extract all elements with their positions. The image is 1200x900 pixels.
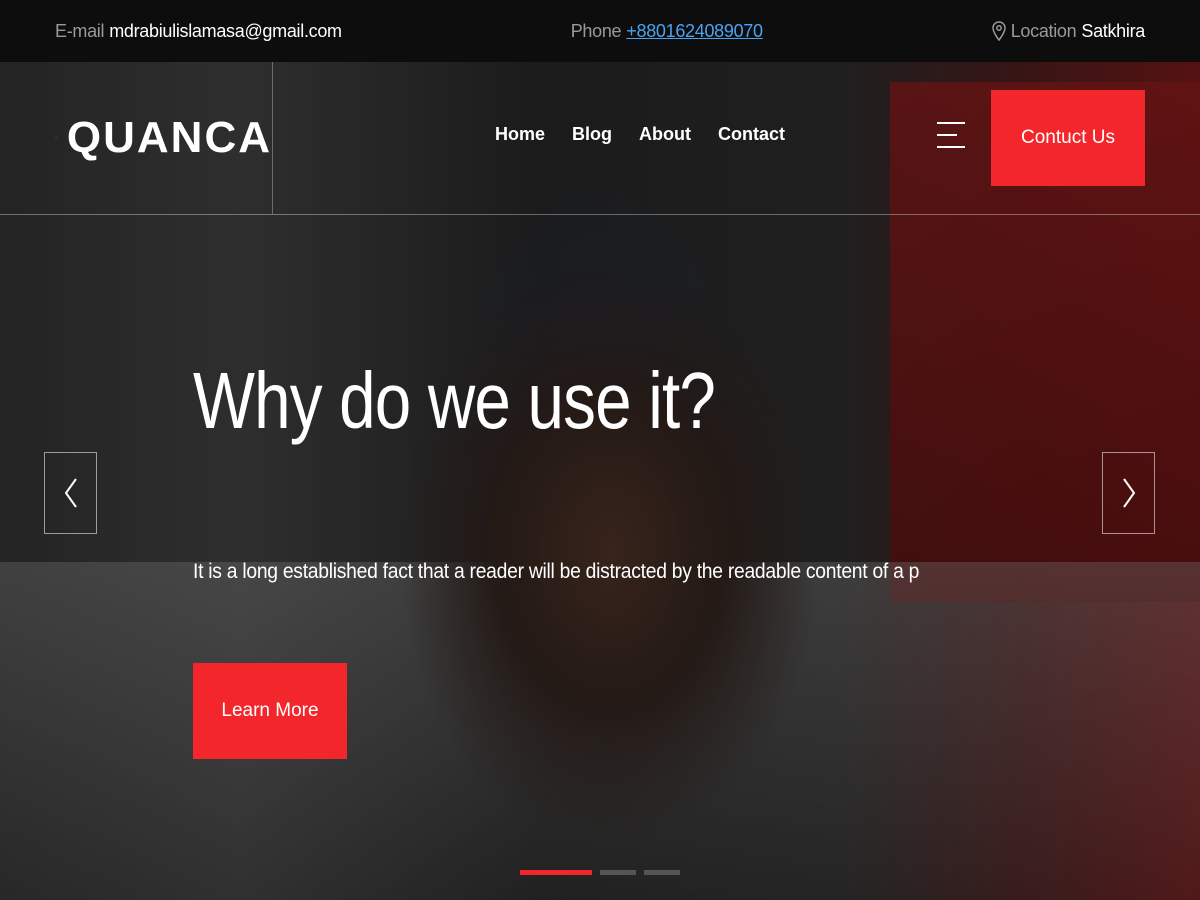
main-navbar: QUANCA Home Blog About Contact Contuct U… [0, 62, 1200, 215]
logo[interactable]: QUANCA [0, 62, 273, 214]
chevron-right-icon [1122, 478, 1135, 508]
email-info: E-mail mdrabiulislamasa@gmail.com [55, 21, 342, 42]
slider-dots [520, 870, 680, 875]
email-value[interactable]: mdrabiulislamasa@gmail.com [109, 21, 342, 42]
location-label: Location [1010, 20, 1077, 41]
learn-more-button[interactable]: Learn More [193, 663, 347, 759]
email-label: E-mail [55, 20, 105, 41]
nav-item-contact[interactable]: Contact [718, 124, 785, 145]
hamburger-menu-icon[interactable] [937, 122, 965, 152]
logo-wave-icon [55, 137, 57, 139]
phone-info: Phone +8801624089070 [571, 21, 763, 42]
nav-item-home[interactable]: Home [495, 124, 545, 145]
location-pin-icon [991, 21, 1006, 41]
slider-prev-button[interactable] [44, 452, 97, 534]
contact-us-button[interactable]: Contuct Us [991, 90, 1145, 186]
nav-item-about[interactable]: About [639, 124, 691, 145]
location-info: Location Satkhira [991, 20, 1145, 42]
slider-dot-2[interactable] [600, 870, 636, 875]
slider-dot-3[interactable] [644, 870, 680, 875]
slider-dot-1[interactable] [520, 870, 592, 875]
phone-link[interactable]: +8801624089070 [626, 21, 763, 42]
nav-item-blog[interactable]: Blog [572, 124, 612, 145]
slider-next-button[interactable] [1102, 452, 1155, 534]
phone-label: Phone [570, 20, 622, 41]
hero-subtext: It is a long established fact that a rea… [193, 560, 920, 583]
hero-headline: Why do we use it? [193, 356, 716, 445]
chevron-left-icon [64, 478, 77, 508]
top-info-bar: E-mail mdrabiulislamasa@gmail.com Phone … [0, 0, 1200, 62]
location-value: Satkhira [1081, 20, 1145, 41]
logo-text: QUANCA [66, 113, 272, 162]
nav-menu: Home Blog About Contact [495, 124, 785, 145]
